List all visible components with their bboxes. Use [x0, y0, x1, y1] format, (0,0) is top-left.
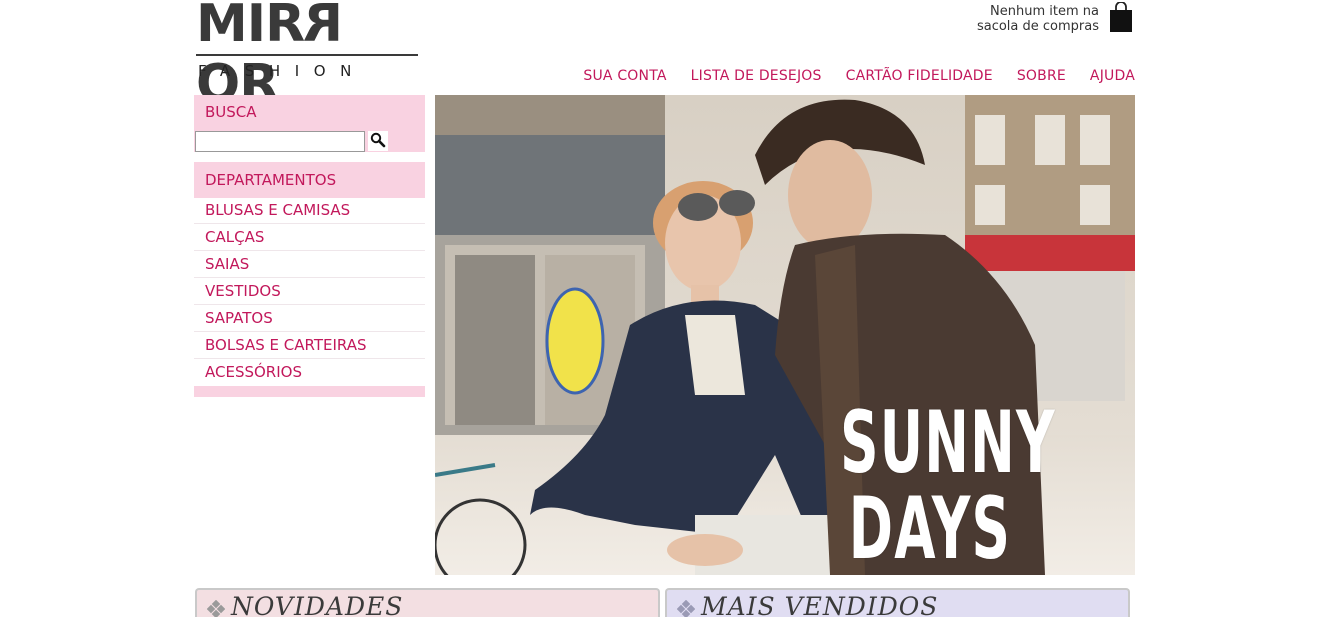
department-item-sapatos[interactable]: SAPATOS	[194, 305, 425, 332]
nav-sua-conta[interactable]: SUA CONTA	[583, 66, 666, 86]
departments-footer	[194, 386, 425, 397]
search-icon	[370, 132, 386, 147]
diamond-bullet-icon	[677, 600, 695, 617]
department-item-blusas-e-camisas[interactable]: BLUSAS E CAMISAS	[194, 197, 425, 224]
nav-ajuda[interactable]: AJUDA	[1090, 66, 1135, 86]
logo-divider	[196, 54, 418, 56]
search-input[interactable]	[195, 131, 365, 152]
banner-headline-line1: SUNNY	[840, 393, 1056, 493]
hero-banner[interactable]: SUNNY DAYS	[435, 95, 1135, 575]
search-title: BUSCA	[205, 103, 257, 121]
cart-status-line1: Nenhum item na	[990, 4, 1099, 19]
banner-headline-line2: DAYS	[848, 479, 1012, 575]
departments-list: BLUSAS E CAMISAS CALÇAS SAIAS VESTIDOS S…	[194, 197, 425, 386]
section-novidades: NOVIDADES	[195, 588, 660, 617]
banner-photo	[435, 95, 1135, 575]
department-item-acessorios[interactable]: ACESSÓRIOS	[194, 359, 425, 386]
banner-headline: SUNNY DAYS	[840, 393, 1056, 575]
search-button[interactable]	[368, 131, 388, 151]
nav-sobre[interactable]: SOBRE	[1017, 66, 1066, 86]
nav-cartao-fidelidade[interactable]: CARTÃO FIDELIDADE	[846, 66, 993, 86]
diamond-bullet-icon	[207, 600, 225, 617]
department-item-vestidos[interactable]: VESTIDOS	[194, 278, 425, 305]
cart-status-text: Nenhum item na sacola de compras	[977, 4, 1099, 34]
section-mais-vendidos: MAIS VENDIDOS	[665, 588, 1130, 617]
department-item-bolsas-e-carteiras[interactable]: BOLSAS E CARTEIRAS	[194, 332, 425, 359]
cart-status-line2: sacola de compras	[976, 19, 1099, 34]
cart-summary[interactable]: Nenhum item na sacola de compras	[960, 2, 1135, 36]
logo-subtitle: FASHION	[198, 62, 366, 80]
department-item-saias[interactable]: SAIAS	[194, 251, 425, 278]
section-novidades-title: NOVIDADES	[231, 592, 404, 617]
department-item-calcas[interactable]: CALÇAS	[194, 224, 425, 251]
site-logo[interactable]: MIRROR FASHION	[196, 0, 418, 114]
search-panel: BUSCA	[194, 95, 425, 152]
departments-panel: DEPARTAMENTOS	[194, 162, 425, 198]
departments-title: DEPARTAMENTOS	[205, 171, 337, 189]
top-navigation: SUA CONTA LISTA DE DESEJOS CARTÃO FIDELI…	[583, 66, 1135, 86]
shopping-bag-icon[interactable]	[1109, 2, 1133, 32]
section-mais-vendidos-title: MAIS VENDIDOS	[701, 592, 939, 617]
nav-lista-de-desejos[interactable]: LISTA DE DESEJOS	[691, 66, 822, 86]
